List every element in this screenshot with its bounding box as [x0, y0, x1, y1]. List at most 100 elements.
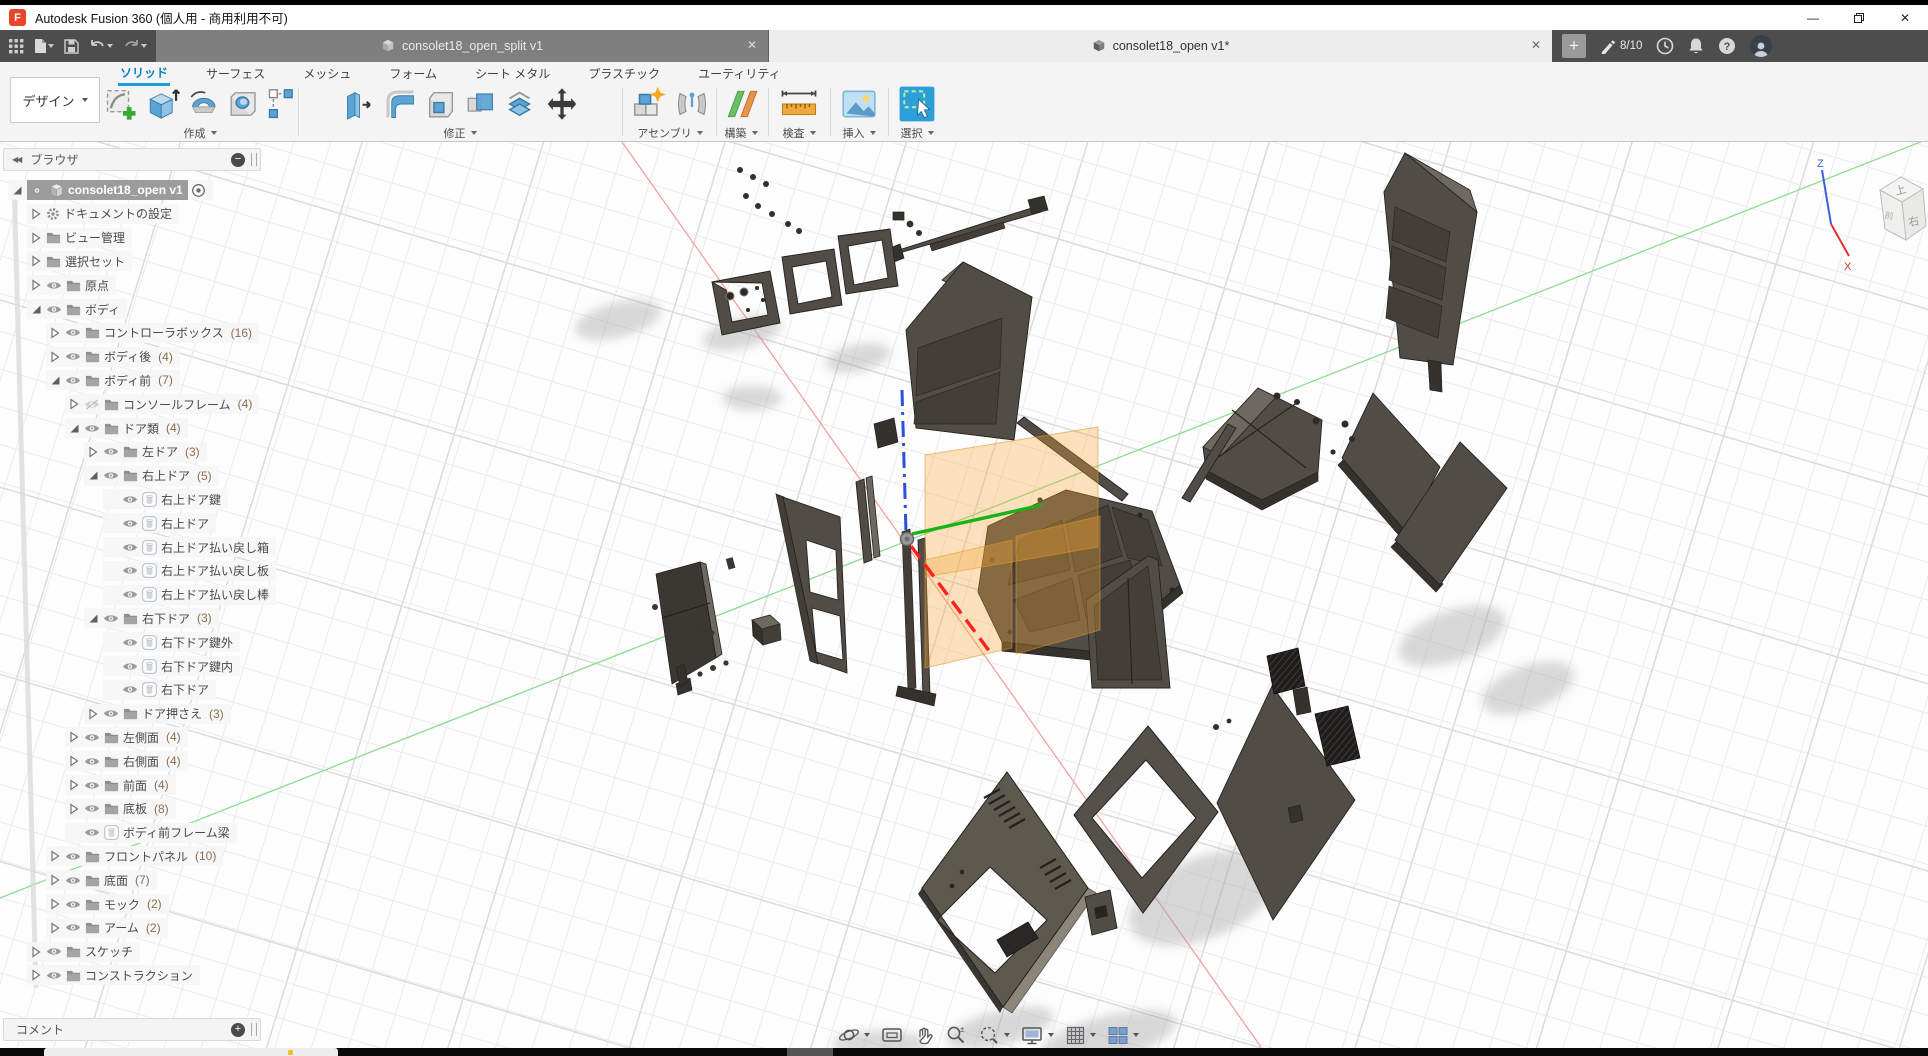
orbit-button[interactable] [838, 1024, 870, 1046]
help-icon[interactable]: ? [1718, 37, 1736, 55]
grid-settings-button[interactable] [1065, 1025, 1096, 1046]
visibility-eye-icon[interactable] [46, 946, 62, 957]
pattern-icon[interactable] [266, 87, 296, 121]
browser-panel-header[interactable]: ◀◀ ブラウザ − [3, 148, 261, 171]
tree-row-ボディ前[interactable]: ボディ前(7) [46, 370, 180, 390]
tree-row-右上ドア払い戻し棒[interactable]: 右上ドア払い戻し棒 [103, 585, 276, 605]
group-modify-label[interactable]: 修正 [444, 125, 477, 141]
tree-expand-arrow-icon[interactable] [29, 255, 43, 267]
visibility-eye-icon[interactable] [122, 637, 138, 648]
ribbon-tab-3[interactable]: メッシュ [301, 62, 353, 84]
visibility-eye-icon[interactable] [65, 922, 81, 933]
exploded-part-front-bezel[interactable] [918, 772, 1096, 1013]
tree-expand-arrow-icon[interactable] [48, 922, 62, 934]
create-sketch-icon[interactable] [104, 87, 138, 121]
tree-row-ボディ[interactable]: ボディ [27, 299, 127, 319]
notifications-bell-icon[interactable] [1688, 37, 1704, 55]
visibility-eye-icon[interactable] [46, 304, 62, 315]
tree-row-consolet18_open v1[interactable]: consolet18_open v1 [8, 180, 213, 200]
press-pull-icon[interactable] [340, 86, 376, 122]
tree-row-右下ドア[interactable]: 右下ドア [103, 680, 216, 700]
tree-expand-arrow-icon[interactable] [86, 446, 100, 458]
tree-expand-arrow-icon[interactable] [29, 232, 43, 244]
panel-grip[interactable] [251, 153, 257, 166]
visibility-eye-icon[interactable] [65, 351, 81, 362]
tree-row-右上ドア払い戻し板[interactable]: 右上ドア払い戻し板 [103, 561, 276, 581]
comment-bar[interactable]: コメント + [3, 1018, 261, 1041]
visibility-eye-icon[interactable] [65, 327, 81, 338]
tab-close-icon[interactable]: ✕ [1531, 38, 1541, 52]
fit-caret[interactable] [1004, 1033, 1010, 1037]
tree-expand-arrow-icon[interactable] [48, 850, 62, 862]
visibility-eye-icon[interactable] [84, 732, 100, 743]
document-tab-inactive[interactable]: consolet18_open_split v1 ✕ [156, 30, 769, 62]
visibility-eye-icon[interactable] [65, 875, 81, 886]
tree-row-底面[interactable]: 底面(7) [46, 870, 157, 890]
visibility-eye-icon[interactable] [103, 470, 119, 481]
tree-row-右上ドア払い戻し箱[interactable]: 右上ドア払い戻し箱 [103, 537, 276, 557]
tree-row-コントローラボックス[interactable]: コントローラボックス(16) [46, 323, 259, 343]
tree-collapse-arrow-icon[interactable] [86, 613, 100, 624]
tree-expand-arrow-icon[interactable] [67, 779, 81, 791]
tree-expand-arrow-icon[interactable] [67, 803, 81, 815]
tree-row-フロントパネル[interactable]: フロントパネル(10) [46, 846, 223, 866]
tree-expand-arrow-icon[interactable] [86, 708, 100, 720]
timeline-strip[interactable] [0, 1048, 1928, 1056]
exploded-part-wedge[interactable] [1085, 890, 1117, 935]
visibility-eye-icon[interactable] [122, 684, 138, 695]
tree-row-ドア押さえ[interactable]: ドア押さえ(3) [84, 704, 231, 724]
construct-plane-icon[interactable] [722, 85, 760, 123]
shell-icon[interactable] [424, 87, 458, 121]
visibility-eye-icon[interactable] [84, 803, 100, 814]
panel-minus-icon[interactable]: − [231, 153, 245, 167]
grid-settings-caret[interactable] [1090, 1033, 1096, 1037]
new-tab-button[interactable]: + [1562, 34, 1586, 58]
tree-expand-arrow-icon[interactable] [29, 969, 43, 981]
tree-collapse-arrow-icon[interactable] [86, 470, 100, 481]
fillet-icon[interactable] [382, 86, 418, 122]
tree-row-ビュー管理[interactable]: ビュー管理 [27, 228, 132, 248]
tree-row-コンストラクション[interactable]: コンストラクション [27, 965, 200, 985]
timeline-controls-area[interactable] [44, 1048, 338, 1056]
ribbon-tab-7[interactable]: ユーティリティ [696, 62, 783, 84]
redo-button[interactable] [120, 35, 150, 57]
ribbon-tab-6[interactable]: プラスチック [586, 62, 662, 84]
visibility-eye-icon[interactable] [122, 494, 138, 505]
joint-icon[interactable] [674, 86, 710, 122]
tree-row-右上ドア[interactable]: 右上ドア(5) [84, 466, 219, 486]
tree-expand-arrow-icon[interactable] [67, 731, 81, 743]
document-tab-active[interactable]: consolet18_open v1* ✕ [769, 30, 1552, 62]
collapse-panel-icon[interactable]: ◀◀ [12, 155, 20, 164]
exploded-part-small-screws-top[interactable] [737, 167, 802, 234]
tree-expand-arrow-icon[interactable] [67, 755, 81, 767]
ribbon-tab-4[interactable]: フォーム [387, 62, 439, 84]
combine-icon[interactable] [464, 87, 498, 121]
visibility-eye-icon[interactable] [122, 518, 138, 529]
visibility-eye-icon[interactable] [46, 970, 62, 981]
visibility-eye-icon[interactable] [122, 589, 138, 600]
file-menu-button[interactable] [31, 35, 57, 57]
group-inspect-label[interactable]: 検査 [783, 125, 816, 141]
viewports-caret[interactable] [1133, 1033, 1139, 1037]
offset-face-icon[interactable] [504, 87, 538, 121]
tree-row-右側面[interactable]: 右側面(4) [65, 751, 188, 771]
group-select-label[interactable]: 選択 [901, 125, 934, 141]
revolve-icon[interactable] [187, 87, 221, 121]
visibility-eye-icon[interactable] [46, 280, 62, 291]
exploded-part-top-board[interactable] [1203, 388, 1355, 510]
restore-button[interactable] [1836, 5, 1882, 30]
tree-expand-arrow-icon[interactable] [48, 874, 62, 886]
tree-row-選択セット[interactable]: 選択セット [27, 251, 132, 271]
group-create-label[interactable]: 作成 [184, 125, 217, 141]
tree-row-右下ドア鍵内[interactable]: 右下ドア鍵内 [103, 656, 240, 676]
ribbon-tab-1[interactable]: ソリッド [118, 61, 170, 86]
undo-caret[interactable] [107, 44, 113, 48]
tree-row-前面[interactable]: 前面(4) [65, 775, 176, 795]
ribbon-tab-2[interactable]: サーフェス [204, 62, 267, 84]
extrude-icon[interactable] [144, 85, 182, 123]
tree-row-底板[interactable]: 底板(8) [65, 799, 176, 819]
ribbon-tab-5[interactable]: シート メタル [473, 62, 552, 84]
activate-component-radio[interactable] [191, 183, 206, 198]
exploded-part-left-door[interactable] [656, 562, 722, 695]
tab-close-icon[interactable]: ✕ [747, 38, 757, 52]
